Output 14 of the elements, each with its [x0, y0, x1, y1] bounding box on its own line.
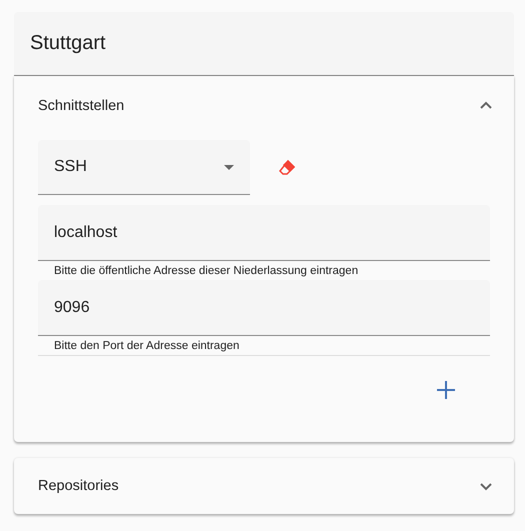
page-title: Stuttgart [30, 32, 106, 55]
select-field[interactable]: SSH [38, 140, 250, 195]
panel-header[interactable]: Repositories [14, 458, 514, 514]
eraser-button[interactable] [278, 158, 296, 176]
add-icon[interactable] [436, 380, 456, 400]
panel-header[interactable]: Schnittstellen [14, 76, 514, 136]
panel-title: Repositories [38, 478, 119, 494]
input-field[interactable]: 9096 [38, 280, 490, 336]
eraser-icon [278, 158, 296, 176]
input-field[interactable]: localhost [38, 205, 490, 261]
hint-text: Bitte den Port der Adresse eintragen [53, 339, 240, 354]
dropdown-arrow-icon [224, 164, 234, 170]
panel-title: Schnittstellen [38, 98, 124, 114]
hint-text: Bitte die öffentliche Adresse dieser Niederlassung eintragen [53, 264, 360, 279]
